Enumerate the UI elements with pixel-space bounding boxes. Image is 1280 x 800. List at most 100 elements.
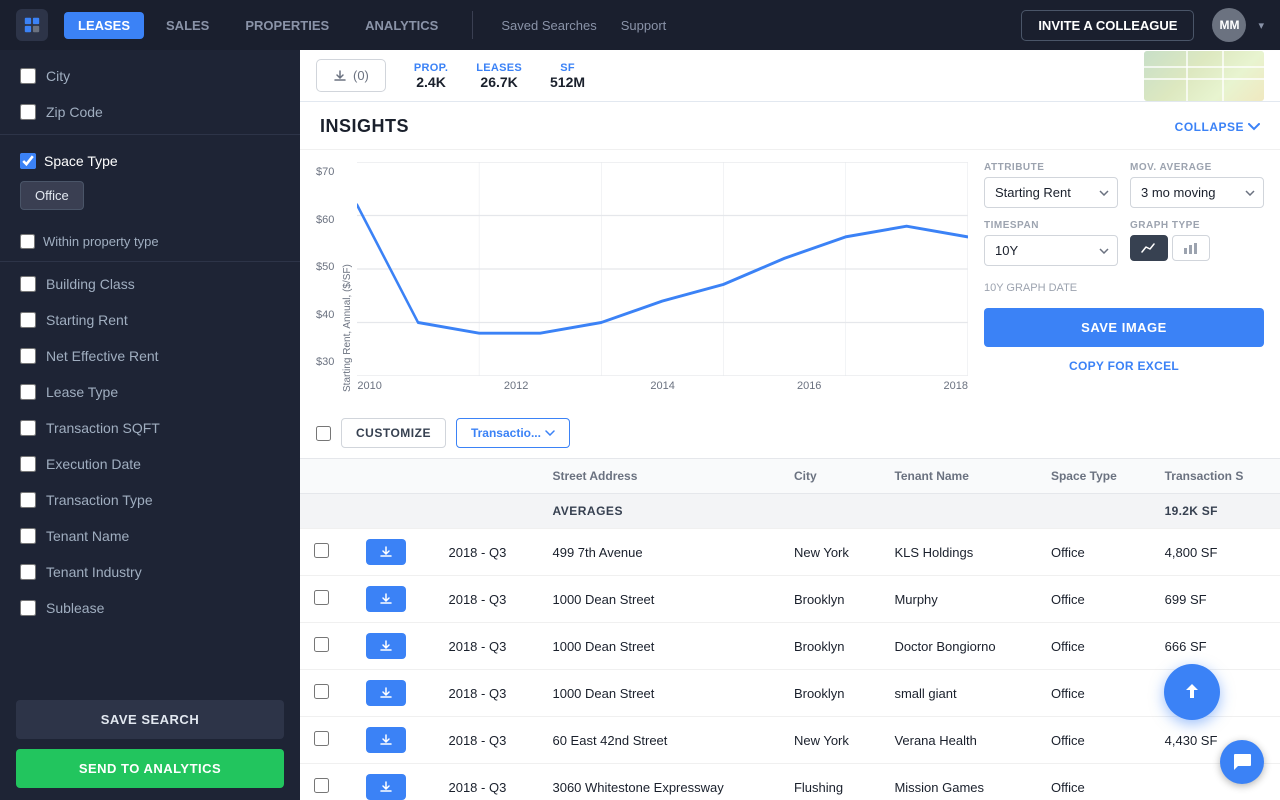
map-inner [1144,51,1264,101]
transaction-button[interactable]: Transactio... [456,418,570,448]
row5-download-button[interactable] [366,727,406,753]
row4-download-button[interactable] [366,680,406,706]
sidebar-item-city[interactable]: City [0,58,300,94]
space-type-office-tag[interactable]: Office [20,181,84,210]
nav-support[interactable]: Support [613,12,675,39]
save-image-button[interactable]: SAVE IMAGE [984,308,1264,347]
th-checkbox [300,459,352,494]
row1-date: 2018 - Q3 [434,529,538,576]
sidebar-item-sublease[interactable]: Sublease [0,590,300,626]
download-button[interactable]: (0) [316,59,386,92]
row3-checkbox[interactable] [314,637,329,652]
control-row-2: TIMESPAN 10Y GRAPH TYPE [984,220,1264,266]
nav-tab-sales[interactable]: SALES [152,12,223,39]
nav-tab-analytics[interactable]: ANALYTICS [351,12,452,39]
row2-space-type: Office [1037,576,1151,623]
map-thumbnail[interactable] [1144,51,1264,101]
lease-type-checkbox[interactable] [20,384,36,400]
bar-chart-button[interactable] [1172,235,1210,261]
row2-checkbox-cell [300,576,352,623]
sidebar-item-transaction-sqft[interactable]: Transaction SQFT [0,410,300,446]
row1-checkbox[interactable] [314,543,329,558]
tenant-name-checkbox[interactable] [20,528,36,544]
x-label-2014: 2014 [650,380,674,392]
chart-area: $70 $60 $50 $40 $30 Starting Rent, Annua… [316,162,968,392]
averages-spacer [1037,494,1151,529]
invite-colleague-button[interactable]: INVITE A COLLEAGUE [1021,10,1194,41]
row6-checkbox[interactable] [314,778,329,793]
row4-city: Brooklyn [780,670,880,717]
save-search-button[interactable]: SAVE SEARCH [16,700,284,739]
row5-space-type: Office [1037,717,1151,764]
select-all-checkbox[interactable] [316,426,331,441]
row4-checkbox-cell [300,670,352,717]
space-type-checkbox[interactable] [20,153,36,169]
sidebar-item-transaction-type[interactable]: Transaction Type [0,482,300,518]
graph-type-buttons [1130,235,1264,261]
collapse-button[interactable]: COLLAPSE [1175,120,1260,134]
th-date [434,459,538,494]
table-row: 2018 - Q3 499 7th Avenue New York KLS Ho… [300,529,1280,576]
nav-saved-searches[interactable]: Saved Searches [493,12,604,39]
row5-city: New York [780,717,880,764]
within-property-label: Within property type [43,234,159,249]
copy-excel-link[interactable]: COPY FOR EXCEL [984,359,1264,373]
graph-type-control: GRAPH TYPE [1130,220,1264,266]
row4-address: 1000 Dean Street [538,670,779,717]
zip-checkbox[interactable] [20,104,36,120]
sidebar-item-tenant-industry[interactable]: Tenant Industry [0,554,300,590]
chat-bubble-button[interactable] [1220,740,1264,784]
row1-tenant: KLS Holdings [880,529,1037,576]
transaction-type-checkbox[interactable] [20,492,36,508]
averages-checkbox-cell [300,494,352,529]
fab-upload-button[interactable] [1164,664,1220,720]
control-row-1: ATTRIBUTE Starting Rent MOV. AVERAGE 3 m… [984,162,1264,208]
transaction-sqft-checkbox[interactable] [20,420,36,436]
sublease-checkbox[interactable] [20,600,36,616]
execution-date-checkbox[interactable] [20,456,36,472]
averages-row: AVERAGES 19.2K SF [300,494,1280,529]
within-property-checkbox[interactable] [20,234,35,249]
attribute-select[interactable]: Starting Rent [984,177,1118,208]
th-address: Street Address [538,459,779,494]
net-effective-rent-checkbox[interactable] [20,348,36,364]
tenant-industry-checkbox[interactable] [20,564,36,580]
row2-checkbox[interactable] [314,590,329,605]
sidebar-item-tenant-name[interactable]: Tenant Name [0,518,300,554]
sidebar-item-execution-date[interactable]: Execution Date [0,446,300,482]
send-to-analytics-button[interactable]: SEND TO ANALYTICS [16,749,284,788]
row6-download-button[interactable] [366,774,406,800]
starting-rent-checkbox[interactable] [20,312,36,328]
sidebar-item-building-class[interactable]: Building Class [0,266,300,302]
download-icon [333,69,347,83]
table-row: 2018 - Q3 1000 Dean Street Brooklyn smal… [300,670,1280,717]
sidebar-item-net-effective-rent[interactable]: Net Effective Rent [0,338,300,374]
sidebar-item-lease-type[interactable]: Lease Type [0,374,300,410]
timespan-select[interactable]: 10Y [984,235,1118,266]
row1-download-button[interactable] [366,539,406,565]
row3-download-button[interactable] [366,633,406,659]
customize-button[interactable]: CUSTOMIZE [341,418,446,448]
chat-icon [1231,751,1253,773]
row1-city: New York [780,529,880,576]
avatar-chevron-icon[interactable]: ▾ [1258,19,1264,32]
row4-date: 2018 - Q3 [434,670,538,717]
sidebar-item-zip[interactable]: Zip Code [0,94,300,130]
range-row: 10Y GRAPH DATE [984,278,1264,296]
row4-checkbox[interactable] [314,684,329,699]
nav-tab-leases[interactable]: LEASES [64,12,144,39]
city-checkbox[interactable] [20,68,36,84]
row6-checkbox-cell [300,764,352,800]
sidebar-item-starting-rent[interactable]: Starting Rent [0,302,300,338]
table-toolbar: CUSTOMIZE Transactio... [300,408,1280,459]
row2-download-button[interactable] [366,586,406,612]
row5-checkbox[interactable] [314,731,329,746]
averages-sf-cell: 19.2K SF [1151,494,1280,529]
y-label-30: $30 [316,356,334,368]
nav-tab-properties[interactable]: PROPERTIES [231,12,343,39]
within-property-type[interactable]: Within property type [0,226,300,257]
line-chart-button[interactable] [1130,235,1168,261]
building-class-checkbox[interactable] [20,276,36,292]
mov-avg-select[interactable]: 3 mo moving [1130,177,1264,208]
row2-tenant: Murphy [880,576,1037,623]
